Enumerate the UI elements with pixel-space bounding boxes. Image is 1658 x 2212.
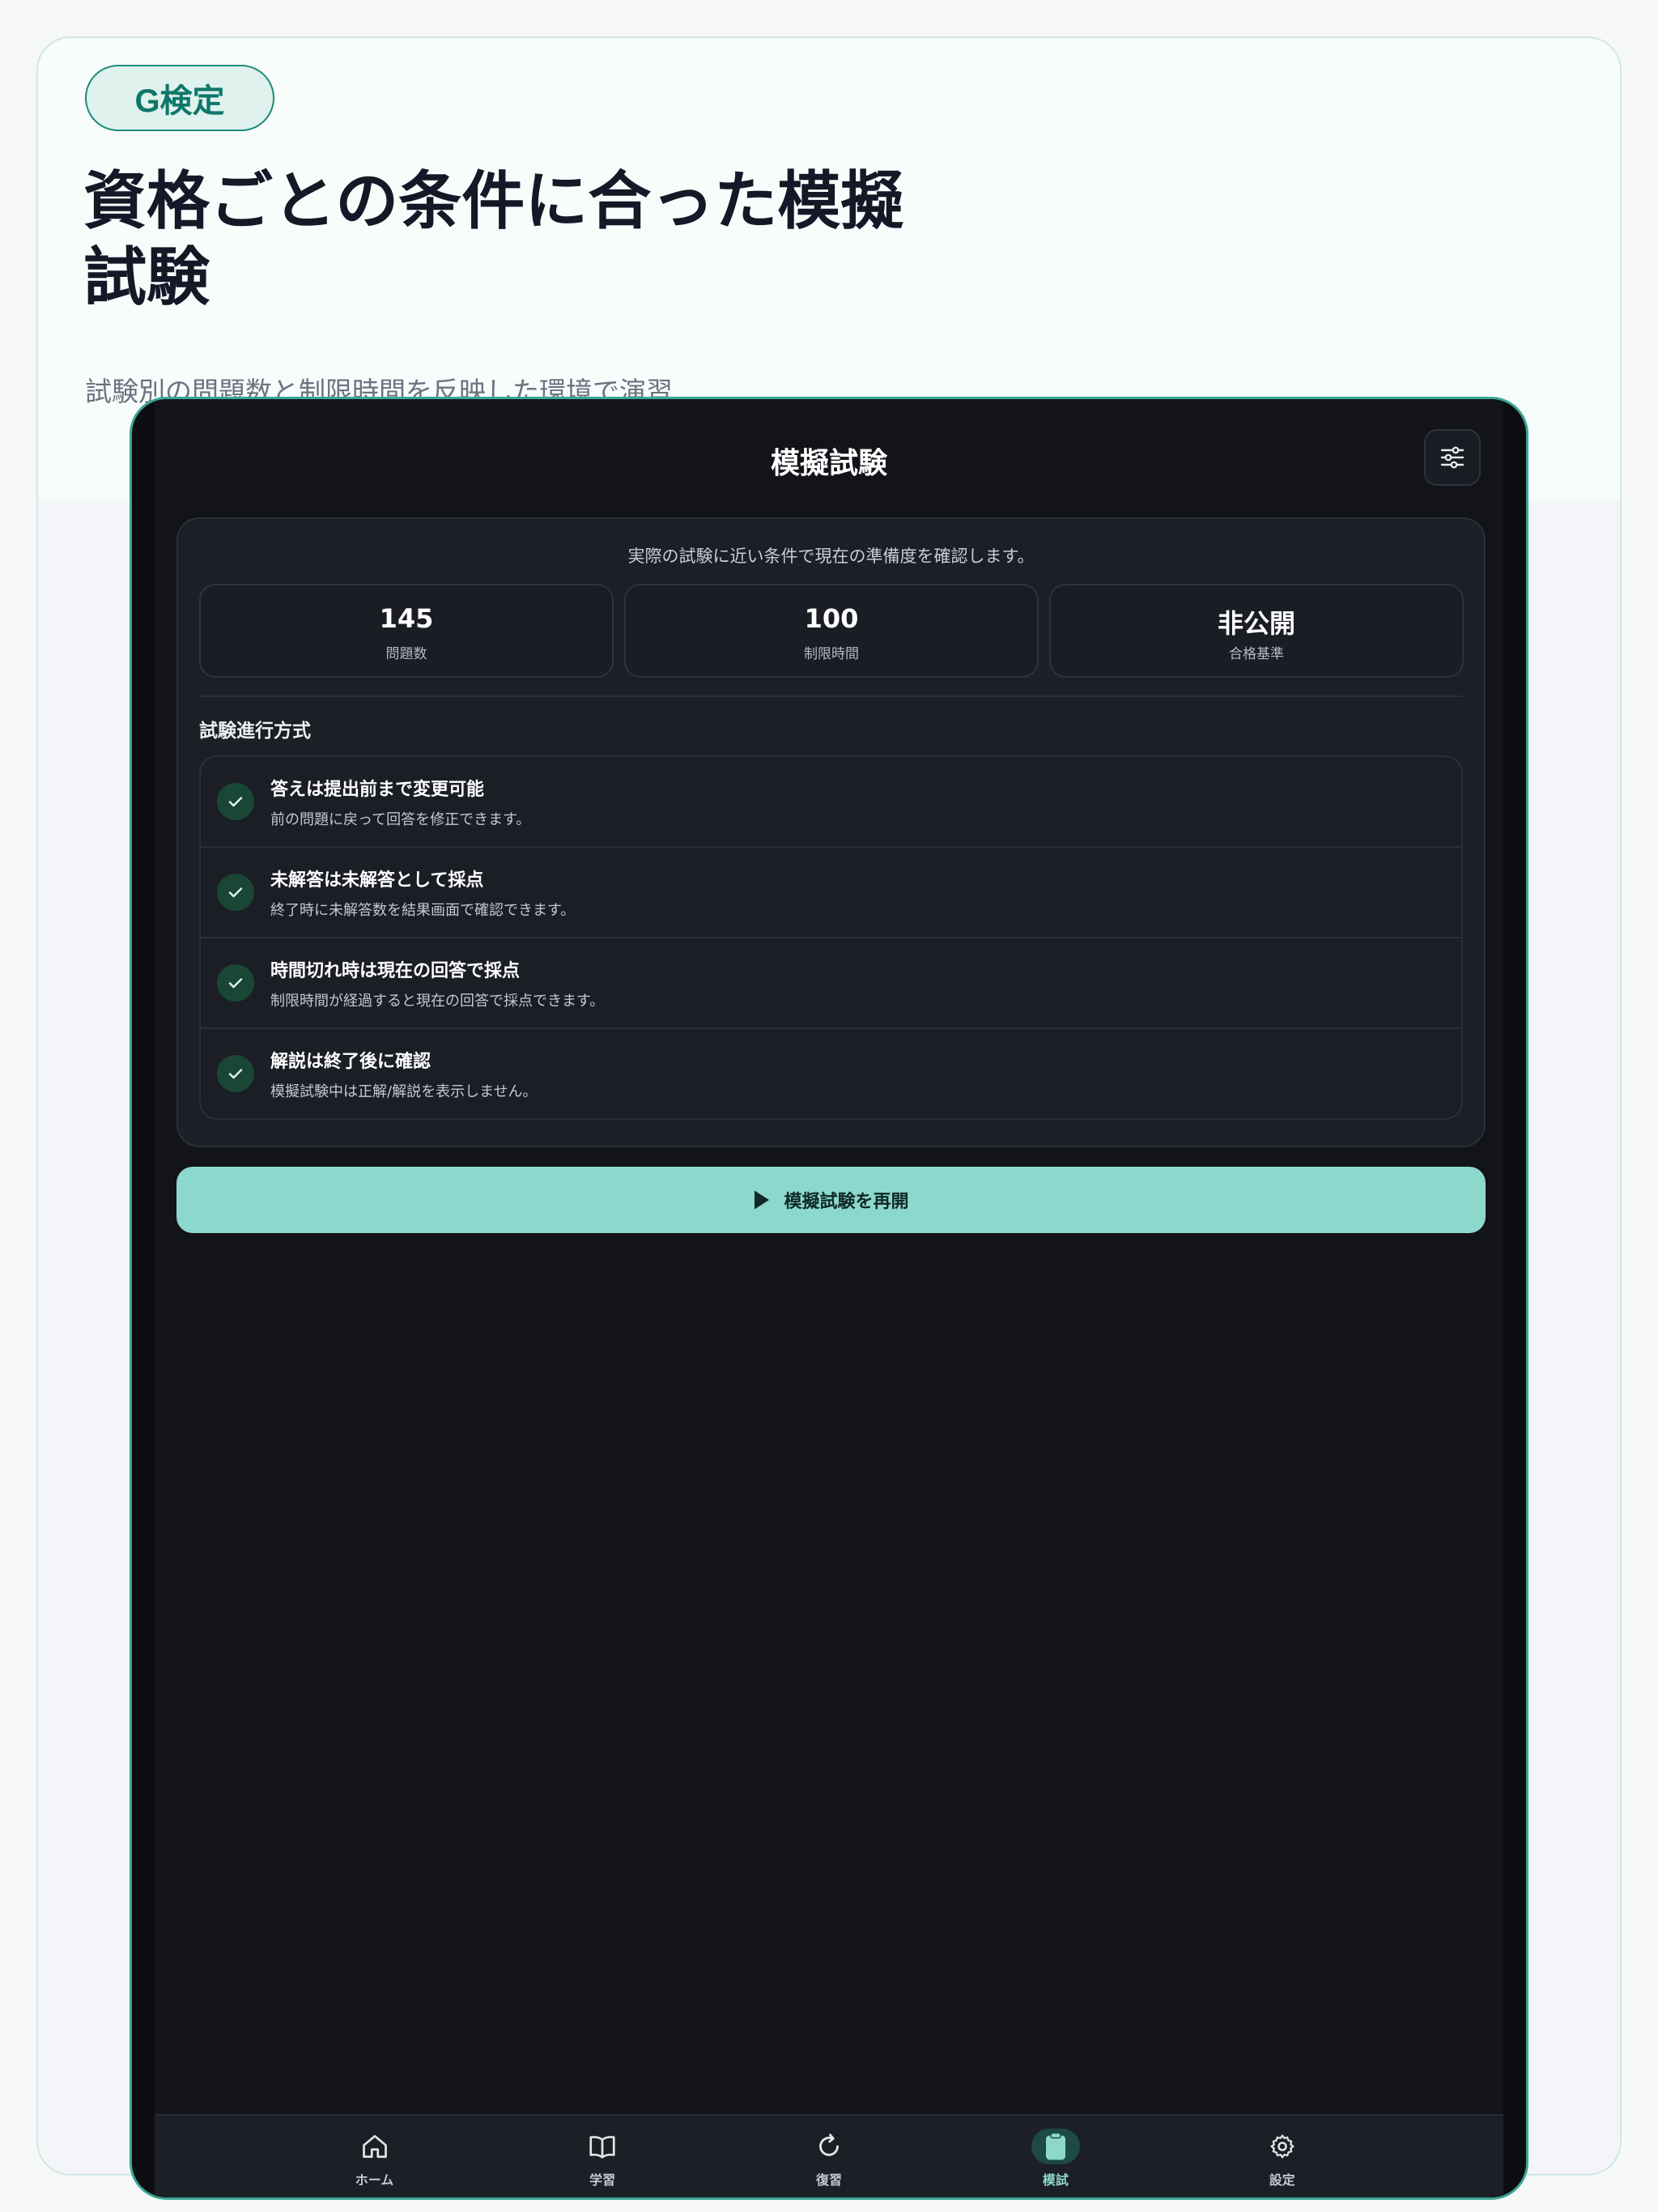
stat-label: 問題数 bbox=[385, 646, 427, 662]
list-item: 時間切れ時は現在の回答で採点 制限時間が経過すると現在の回答で採点できます。 bbox=[201, 938, 1461, 1029]
resume-exam-button[interactable]: 模擬試験を再開 bbox=[176, 1167, 1486, 1233]
list-item: 未解答は未解答として採点 終了時に未解答数を結果画面で確認できます。 bbox=[201, 848, 1461, 938]
section-title: 試験進行方式 bbox=[199, 721, 311, 742]
rule-title: 解説は終了後に確認 bbox=[270, 1052, 432, 1072]
tab-home[interactable]: ホーム bbox=[326, 2129, 423, 2189]
top-bar: 模擬試験 bbox=[155, 399, 1503, 513]
tab-label: 模試 bbox=[1042, 2172, 1069, 2188]
list-item: 解説は終了後に確認 模擬試験中は正解/解説を表示しません。 bbox=[201, 1029, 1461, 1118]
stat-question-count: 145 問題数 bbox=[199, 584, 614, 678]
rules-list: 答えは提出前まで変更可能 前の問題に戻って回答を修正できます。 未解答は未解答と… bbox=[199, 755, 1463, 1120]
book-icon bbox=[578, 2129, 627, 2164]
intro-text: 実際の試験に近い条件で現在の準備度を確認します。 bbox=[627, 547, 1035, 566]
stat-label: 合格基準 bbox=[1229, 646, 1284, 662]
home-icon bbox=[351, 2129, 399, 2164]
sliders-icon bbox=[1440, 446, 1465, 469]
stat-pass-criteria: 非公開 合格基準 bbox=[1049, 584, 1464, 678]
tab-label: 設定 bbox=[1269, 2172, 1295, 2188]
exam-info-card: 実際の試験に近い条件で現在の準備度を確認します。 145 問題数 100 制限時… bbox=[176, 517, 1486, 1147]
rule-description: 制限時間が経過すると現在の回答で採点できます。 bbox=[270, 993, 605, 1010]
check-icon bbox=[217, 964, 254, 1002]
stat-label: 制限時間 bbox=[804, 646, 859, 662]
exam-badge: G検定 bbox=[85, 65, 274, 131]
list-item: 答えは提出前まで変更可能 前の問題に戻って回答を修正できます。 bbox=[201, 757, 1461, 848]
stat-value: 145 bbox=[379, 603, 434, 634]
rule-description: 前の問題に戻って回答を修正できます。 bbox=[270, 811, 531, 828]
tab-settings[interactable]: 設定 bbox=[1234, 2129, 1331, 2189]
stat-time-limit: 100 制限時間 bbox=[624, 584, 1039, 678]
rule-description: 模擬試験中は正解/解説を表示しません。 bbox=[270, 1083, 538, 1100]
tab-label: ホーム bbox=[355, 2172, 394, 2188]
tab-bar: ホーム 学習 復習 模試 設定 bbox=[155, 2114, 1503, 2197]
stat-value: 100 bbox=[804, 603, 859, 634]
stat-value: 非公開 bbox=[1217, 608, 1295, 639]
tab-review[interactable]: 復習 bbox=[780, 2129, 878, 2189]
promo-headline: 資格ごとの条件に合った模擬試験 bbox=[83, 165, 904, 314]
resume-button-label: 模擬試験を再開 bbox=[784, 1192, 909, 1212]
page-title: 模擬試験 bbox=[770, 447, 887, 480]
tab-label: 復習 bbox=[815, 2172, 842, 2188]
rule-title: 時間切れ時は現在の回答で採点 bbox=[270, 961, 521, 981]
rule-title: 未解答は未解答として採点 bbox=[270, 870, 484, 891]
refresh-icon bbox=[805, 2129, 853, 2164]
gear-icon bbox=[1258, 2129, 1307, 2164]
check-icon bbox=[217, 874, 254, 911]
check-icon bbox=[217, 783, 254, 820]
clipboard-icon bbox=[1031, 2129, 1080, 2164]
check-icon bbox=[217, 1055, 254, 1092]
tab-label: 学習 bbox=[589, 2172, 616, 2188]
app-screen: 模擬試験 実際の試験に近い条件で現在の準備度を確認します。 145 問題数 10… bbox=[155, 399, 1503, 2197]
settings-filter-button[interactable] bbox=[1424, 429, 1481, 486]
rule-title: 答えは提出前まで変更可能 bbox=[270, 780, 485, 800]
rule-description: 終了時に未解答数を結果画面で確認できます。 bbox=[270, 902, 576, 919]
tab-study[interactable]: 学習 bbox=[554, 2129, 651, 2189]
play-icon bbox=[755, 1190, 770, 1210]
divider bbox=[199, 696, 1463, 697]
tablet-frame: 模擬試験 実際の試験に近い条件で現在の準備度を確認します。 145 問題数 10… bbox=[130, 397, 1528, 2200]
tab-mock-exam[interactable]: 模試 bbox=[1007, 2129, 1104, 2189]
